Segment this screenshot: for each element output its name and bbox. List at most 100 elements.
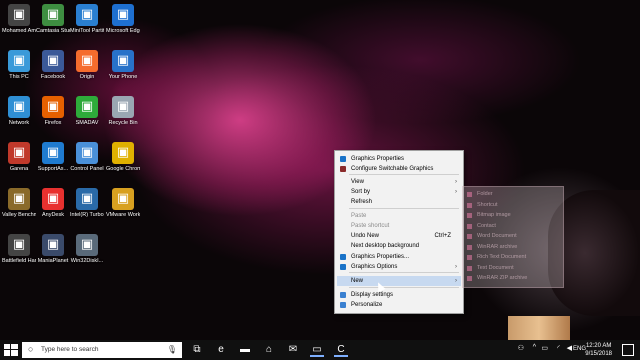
intel-graphics-icon [340, 156, 346, 162]
menu-item-next-desktop-background[interactable]: Next desktop background [337, 241, 461, 251]
desktop-icon[interactable]: ▣ This PC [2, 50, 36, 81]
menu-item-view[interactable]: View › [337, 177, 461, 187]
submenu-item[interactable]: Rich Text Document [467, 254, 526, 260]
submenu-item[interactable]: Word Document [467, 233, 517, 239]
taskbar-search-box[interactable]: ○ Type here to search 🎙 [22, 342, 182, 358]
tray-chevron-icon[interactable]: ^ [533, 344, 536, 351]
people-icon[interactable]: ⚇ [518, 344, 524, 352]
desktop-icon[interactable]: ▣ Win32DiskI... [70, 234, 104, 265]
desktop-icon[interactable]: ▣ Mohamed Amr Diaay [2, 4, 36, 35]
volume-icon[interactable]: ◀ [567, 344, 572, 352]
file-type-icon [467, 234, 472, 239]
desktop-icon[interactable]: ▣ Facebook [36, 50, 70, 81]
menu-item-label: Paste shortcut [351, 223, 390, 229]
menu-separator [349, 208, 459, 209]
desktop-icon-label: This PC [9, 74, 29, 80]
desktop-icon[interactable]: ▣ Origin [70, 50, 104, 81]
desktop-icon[interactable]: ▣ AnyDesk [36, 188, 70, 219]
desktop-icon[interactable]: ▣ Your Phone [106, 50, 140, 81]
menu-item-graphics-options[interactable]: Graphics Options › [337, 262, 461, 272]
file-type-icon [467, 223, 472, 229]
desktop-icon-label: Firefox [44, 120, 62, 126]
desktop-icon[interactable]: ▣ ManiaPlanet [36, 234, 70, 265]
disk-imager-icon: ▣ [76, 234, 98, 256]
edge-icon[interactable]: e [214, 343, 228, 357]
menu-item-label: Paste [351, 213, 367, 219]
desktop-icon[interactable]: ▣ Network [2, 96, 36, 127]
menu-item-label: Undo New [351, 233, 380, 239]
submenu-item-label: WinRAR ZIP archive [477, 275, 528, 281]
submenu-item[interactable]: Contact [467, 222, 496, 229]
menu-item-refresh[interactable]: Refresh [337, 197, 461, 207]
submenu-item[interactable]: Bitmap image [467, 212, 511, 218]
new-submenu: Folder Shortcut Bitmap image Contact Word Do… [462, 186, 564, 288]
taskbar-clock[interactable]: 12:20 AM 9/15/2018 [585, 342, 612, 358]
notifications-icon[interactable] [622, 344, 634, 356]
desktop-icon[interactable]: ▣ Microsoft Edge [106, 4, 140, 35]
garena-icon: ▣ [8, 142, 30, 164]
desktop-icon[interactable]: ▣ Control Panel [70, 142, 104, 173]
desktop-icon[interactable]: ▣ Intel(R) Turbo Boo... [70, 188, 104, 219]
mail-icon[interactable]: ✉ [286, 343, 300, 357]
chevron-right-icon: › [455, 179, 457, 185]
camtasia-icon[interactable]: C [334, 343, 348, 357]
desktop-icon[interactable]: ▣ SMADAV [70, 96, 104, 127]
display-icon [340, 292, 346, 298]
desktop-icon-label: Mohamed Amr Diaay [2, 28, 36, 34]
menu-item-configure-switchable-graphics[interactable]: Configure Switchable Graphics [337, 164, 461, 174]
microphone-icon[interactable]: 🎙 [167, 345, 177, 354]
wifi-icon[interactable]: ◜ [557, 344, 560, 352]
intel-graphics-icon [340, 254, 346, 260]
battery-icon[interactable]: ▭ [541, 344, 548, 352]
submenu-item[interactable]: Folder [467, 191, 493, 197]
menu-item-paste-shortcut[interactable]: Paste shortcut [337, 221, 461, 231]
file-type-icon [467, 276, 472, 281]
language-indicator[interactable]: ENG [573, 346, 586, 352]
submenu-item-label: Text Document [477, 264, 514, 271]
menu-item-sort-by[interactable]: Sort by › [337, 187, 461, 197]
menu-item-new[interactable]: New › [337, 276, 461, 286]
desktop-icon[interactable]: ▣ Valley Benchma... [2, 188, 36, 219]
menu-item-shortcut: Ctrl+Z [434, 233, 452, 239]
menu-item-label: Graphics Properties... [351, 254, 410, 260]
menu-item-paste[interactable]: Paste [337, 211, 461, 221]
chevron-right-icon: › [455, 278, 457, 284]
menu-item-label: Next desktop background [351, 243, 420, 249]
desktop-icon[interactable]: ▣ Recycle Bin [106, 96, 140, 127]
desktop-icon[interactable]: ▣ Battlefield Hardline [2, 234, 36, 265]
desktop-icon-label: Facebook [40, 74, 66, 80]
desktop-icon-label: Google Chrome [106, 166, 140, 172]
menu-item-graphics-properties[interactable]: Graphics Properties [337, 154, 461, 164]
vmware-icon: ▣ [112, 188, 134, 210]
windows-start-icon[interactable] [4, 344, 18, 356]
desktop-icon-label: Origin [79, 74, 95, 80]
desktop-icon[interactable]: ▣ Garena [2, 142, 36, 173]
menu-item-label: Personalize [351, 302, 383, 308]
desktop-icon[interactable]: ▣ MiniTool Partition... [70, 4, 104, 35]
store-icon[interactable]: ⌂ [262, 343, 276, 357]
desktop-icon-label: Your Phone [108, 74, 138, 80]
anydesk-icon: ▣ [42, 188, 64, 210]
menu-item-undo-new[interactable]: Undo New Ctrl+Z [337, 231, 461, 241]
desktop-icon-label: SMADAV [75, 120, 99, 126]
photos-icon[interactable]: ▭ [310, 343, 324, 357]
menu-item-label: Sort by [351, 189, 371, 195]
file-explorer-icon[interactable]: ▬ [238, 343, 252, 357]
desktop-icon[interactable]: ▣ SupportAs... [36, 142, 70, 173]
submenu-item[interactable]: Text Document [467, 264, 514, 271]
submenu-item[interactable]: WinRAR archive [467, 244, 517, 250]
desktop-icon[interactable]: ▣ Google Chrome [106, 142, 140, 173]
maniaplanet-icon: ▣ [42, 234, 64, 256]
submenu-item[interactable]: WinRAR ZIP archive [467, 275, 528, 281]
task-view-icon[interactable]: ⧉ [190, 343, 204, 357]
desktop-icon[interactable]: ▣ Camtasia Studio 8 [36, 4, 70, 35]
menu-item-personalize[interactable]: Personalize [337, 300, 461, 310]
menu-item-graphics-properties[interactable]: Graphics Properties... [337, 252, 461, 262]
submenu-item-label: Shortcut [477, 201, 498, 208]
desktop-icon[interactable]: ▣ Firefox [36, 96, 70, 127]
menu-item-display-settings[interactable]: Display settings [337, 290, 461, 300]
desktop-icon[interactable]: ▣ VMware Workstati... [106, 188, 140, 219]
submenu-item[interactable]: Shortcut [467, 201, 498, 208]
control-panel-icon: ▣ [76, 142, 98, 164]
submenu-item-label: Contact [477, 222, 496, 229]
